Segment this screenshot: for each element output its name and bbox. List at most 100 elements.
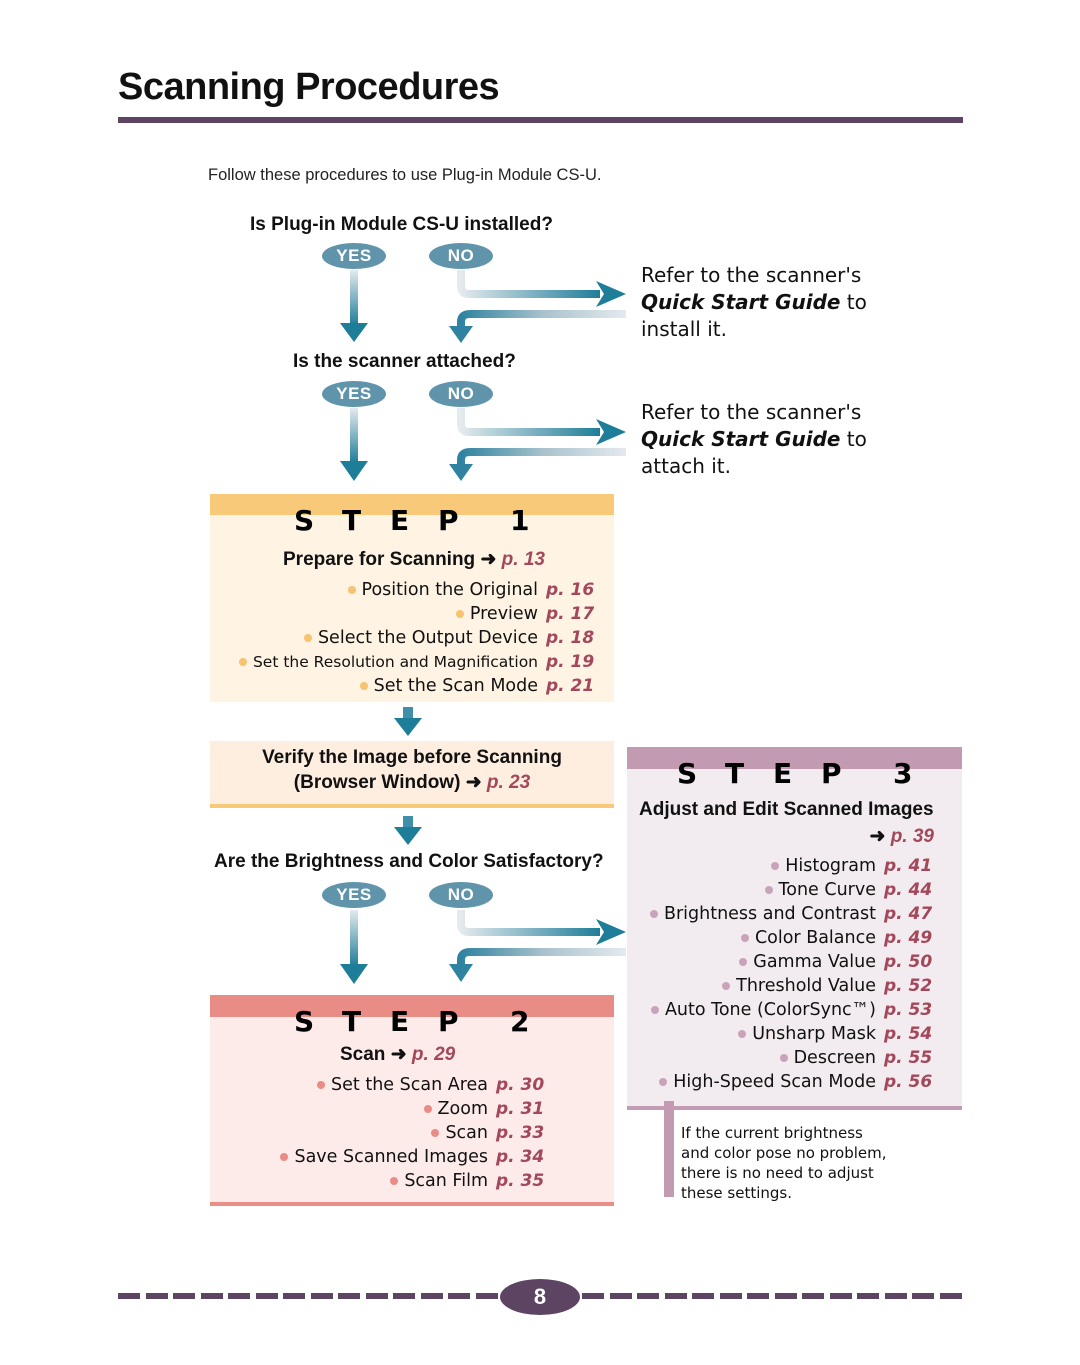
item-page-ref[interactable]: p. 44 — [884, 880, 932, 900]
footer-dash — [145, 1293, 168, 1299]
item-label: Unsharp Mask — [752, 1024, 876, 1044]
no-arrow-return-3 — [449, 948, 626, 982]
step2-header: S T E P 2 — [294, 1005, 529, 1038]
footer-dash — [393, 1293, 415, 1299]
bullet-icon — [650, 1006, 659, 1014]
item-label: Save Scanned Images — [294, 1147, 488, 1167]
yes-badge-3: YES — [322, 882, 386, 908]
footer-dash — [884, 1293, 907, 1299]
footer-dash — [173, 1293, 195, 1299]
item-page-ref[interactable]: p. 35 — [496, 1171, 544, 1191]
bullet-icon — [347, 586, 356, 594]
yes-arrow-1 — [340, 270, 368, 342]
item-page-ref[interactable]: p. 18 — [546, 628, 594, 648]
item-page-ref[interactable]: p. 34 — [496, 1147, 544, 1167]
no-arrow-out-1 — [457, 270, 626, 307]
down-arrow-step1 — [394, 707, 422, 736]
no-arrow-return-1 — [449, 310, 626, 343]
bullet-icon — [238, 658, 247, 666]
item-label: Set the Scan Mode — [373, 676, 538, 696]
item-page-ref[interactable]: p. 53 — [884, 1000, 932, 1020]
refer-action: attach it. — [641, 454, 731, 478]
bullet-icon — [431, 1129, 440, 1137]
bullet-icon — [455, 610, 464, 618]
item-label: Preview — [469, 604, 538, 624]
item-page-ref[interactable]: p. 41 — [884, 856, 932, 876]
step-letter: E — [773, 757, 793, 790]
list-item: Brightness and Contrast p. 47 — [649, 902, 932, 926]
list-item: Gamma Value p. 50 — [739, 950, 932, 974]
step3-items: Histogram p. 41 Tone Curve p. 44 Brightness … — [649, 854, 932, 1094]
step1-page-ref[interactable]: p. 13 — [502, 549, 545, 570]
item-page-ref[interactable]: p. 49 — [884, 928, 932, 948]
footer-dash — [774, 1293, 797, 1299]
item-page-ref[interactable]: p. 54 — [884, 1024, 932, 1044]
step3-page-ref[interactable]: p. 39 — [891, 826, 934, 847]
item-label: Brightness and Contrast — [663, 904, 876, 924]
footer-dashes-left — [118, 1293, 500, 1299]
footer-dash — [719, 1293, 742, 1299]
footer-dash — [747, 1293, 769, 1299]
refer-install-note: Refer to the scanner's Quick Start Guide… — [641, 262, 867, 343]
item-page-ref[interactable]: p. 55 — [884, 1048, 932, 1068]
step1-box: S T E P 1 Prepare for Scanning ➜ p. 13 P… — [210, 494, 614, 702]
item-label: Scan — [445, 1123, 488, 1143]
step-letter: S — [677, 757, 698, 790]
step2-page-ref[interactable]: p. 29 — [412, 1044, 455, 1065]
list-item: Auto Tone (ColorSync™) p. 53 — [650, 998, 932, 1022]
yes-badge-1: YES — [322, 243, 386, 269]
item-page-ref[interactable]: p. 31 — [496, 1099, 544, 1119]
bullet-icon — [423, 1105, 432, 1113]
down-arrow-verify — [394, 816, 422, 845]
item-page-ref[interactable]: p. 19 — [546, 652, 594, 672]
verify-page-ref[interactable]: p. 23 — [487, 772, 530, 793]
verify-title: Verify the Image before Scanning — [262, 747, 562, 768]
footer-dash — [310, 1293, 333, 1299]
bullet-icon — [739, 958, 748, 966]
item-page-ref[interactable]: p. 16 — [546, 580, 594, 600]
step-letter: S — [294, 504, 315, 537]
no-arrow-return-2 — [449, 448, 626, 481]
item-page-ref[interactable]: p. 17 — [546, 604, 594, 624]
bullet-icon — [659, 1078, 668, 1086]
step1-title: Prepare for Scanning — [283, 549, 476, 570]
note-line: these settings. — [681, 1184, 793, 1202]
item-page-ref[interactable]: p. 56 — [884, 1072, 932, 1092]
arrow-right-icon: ➜ — [465, 772, 482, 793]
item-label: High-Speed Scan Mode — [673, 1072, 876, 1092]
list-item: Unsharp Mask p. 54 — [738, 1022, 932, 1046]
step2-items: Set the Scan Area p. 30 Zoom p. 31 Scan p. 33… — [280, 1073, 544, 1193]
list-item: Position the Original p. 16 — [347, 578, 594, 602]
step3-box: S T E P 3 Adjust and Edit Scanned Images… — [627, 747, 962, 1110]
yes-arrow-2 — [340, 408, 368, 481]
footer-dash — [255, 1293, 278, 1299]
item-page-ref[interactable]: p. 21 — [546, 676, 594, 696]
step3-title: Adjust and Edit Scanned Images — [639, 799, 934, 820]
footer-dash — [420, 1293, 443, 1299]
step-number: 2 — [510, 1005, 530, 1038]
footer-dash — [912, 1293, 934, 1299]
item-page-ref[interactable]: p. 30 — [496, 1075, 544, 1095]
item-page-ref[interactable]: p. 52 — [884, 976, 932, 996]
arrow-right-icon: ➜ — [869, 826, 886, 847]
note-line: and color pose no problem, — [681, 1144, 887, 1162]
refer-action: install it. — [641, 317, 727, 341]
verify-subtitle-line: (Browser Window) ➜ p. 23 — [210, 770, 614, 795]
footer-dash — [692, 1293, 714, 1299]
refer-line: Refer to the scanner's — [641, 400, 862, 424]
yes-arrow-3 — [340, 910, 368, 984]
item-page-ref[interactable]: p. 47 — [884, 904, 932, 924]
footer-dash — [338, 1293, 360, 1299]
footer-dash — [637, 1293, 659, 1299]
bullet-icon — [722, 982, 731, 990]
step2-heading: Scan ➜ p. 29 — [340, 1043, 455, 1066]
item-page-ref[interactable]: p. 50 — [884, 952, 932, 972]
quick-start-guide-ref: Quick Start Guide — [641, 290, 841, 314]
question-installed: Is Plug-in Module CS-U installed? — [250, 214, 553, 235]
refer-to: to — [840, 290, 867, 314]
item-page-ref[interactable]: p. 33 — [496, 1123, 544, 1143]
list-item: Histogram p. 41 — [771, 854, 932, 878]
list-item: Set the Scan Mode p. 21 — [359, 674, 594, 698]
bullet-icon — [764, 886, 773, 894]
item-label: Position the Original — [361, 580, 538, 600]
